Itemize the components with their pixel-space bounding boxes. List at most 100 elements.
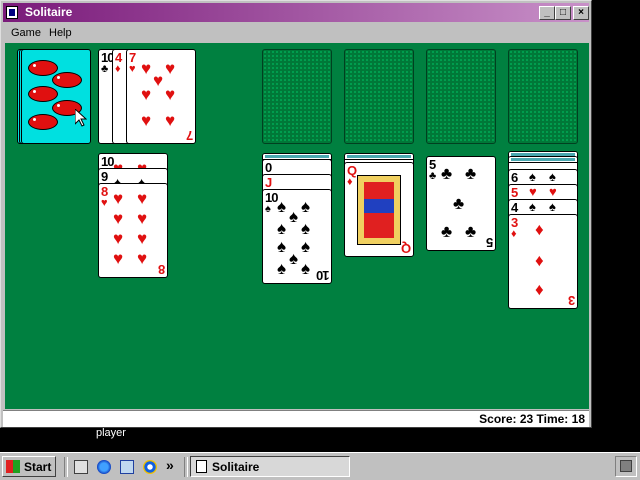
heart-icon: ♥ <box>549 184 557 199</box>
spade-icon: ♠ <box>289 249 299 268</box>
heart-icon: ♥ <box>165 85 176 104</box>
tableau-card-top[interactable]: 10 ♠ ♠ ♠ ♠ ♠ ♠ ♠ ♠ ♠ ♠ ♠ 10 <box>262 189 332 284</box>
diamond-icon: ♦ <box>535 251 544 270</box>
heart-icon: ♥ <box>113 209 124 228</box>
internet-explorer-icon[interactable] <box>97 460 111 474</box>
club-icon: ♣ <box>441 222 453 241</box>
start-label: Start <box>24 460 52 474</box>
media-player-icon[interactable] <box>143 460 157 474</box>
card-rank: 10 <box>101 154 115 169</box>
diamond-icon: ♦ <box>347 176 353 188</box>
card-rank-bottom: Q <box>401 241 411 256</box>
spade-icon: ♠ <box>277 259 287 278</box>
club-icon: ♣ <box>429 170 437 182</box>
close-button[interactable]: × <box>573 6 589 20</box>
heart-icon: ♥ <box>129 63 136 75</box>
tableau-card-top[interactable]: 5 ♣ ♣ ♣ ♣ ♣ ♣ 5 <box>426 156 496 251</box>
spade-icon: ♠ <box>277 197 287 216</box>
spade-icon: ♠ <box>301 197 311 216</box>
diamond-icon: ♦ <box>535 280 544 299</box>
volume-tray-icon[interactable] <box>620 460 632 472</box>
heart-icon: ♥ <box>165 59 176 78</box>
menu-game[interactable]: Game <box>11 27 41 39</box>
title-bar[interactable]: Solitaire _ □ × <box>3 3 589 22</box>
heart-icon: ♥ <box>137 229 148 248</box>
score-time-readout: Score: 23 Time: 18 <box>479 412 585 426</box>
menu-bar: Game Help <box>3 24 589 43</box>
queen-face-icon <box>357 175 401 245</box>
heart-icon: ♥ <box>137 209 148 228</box>
spade-icon: ♠ <box>529 169 536 184</box>
task-label: Solitaire <box>212 460 260 474</box>
menu-help[interactable]: Help <box>49 27 72 39</box>
diamond-icon: ♦ <box>511 228 517 240</box>
card-rank: J <box>265 175 272 190</box>
heart-icon: ♥ <box>113 189 124 208</box>
game-felt: 10 ♣ 4 ♦ 7 ♥ ♥ ♥ ♥ ♥ ♥ ♥ ♥ 7 10 9 8 ♥ ♥ … <box>5 43 589 409</box>
foundation-slot-1[interactable] <box>262 49 332 144</box>
heart-icon: ♥ <box>137 249 148 268</box>
heart-icon: ♥ <box>141 59 152 78</box>
solitaire-task-icon <box>196 460 207 473</box>
taskbar-divider <box>64 457 68 477</box>
solitaire-window: Solitaire _ □ × Game Help 10 ♣ 4 ♦ 7 ♥ ♥… <box>0 0 592 428</box>
heart-icon: ♥ <box>165 111 176 130</box>
card-back-strip <box>345 154 413 160</box>
spade-icon: ♠ <box>549 169 556 184</box>
stock-card-back-top[interactable] <box>21 49 91 144</box>
mouse-pointer-icon <box>75 109 87 127</box>
spade-icon: ♠ <box>301 219 311 238</box>
club-icon: ♣ <box>441 164 453 183</box>
card-rank: 4 <box>511 200 518 215</box>
spade-icon: ♠ <box>277 219 287 238</box>
card-rank: 6 <box>511 170 518 185</box>
club-icon: ♣ <box>101 63 109 75</box>
tableau-card-top[interactable]: 8 ♥ ♥ ♥ ♥ ♥ ♥ ♥ ♥ ♥ 8 <box>98 183 168 278</box>
heart-icon: ♥ <box>141 111 152 130</box>
club-icon: ♣ <box>453 194 465 213</box>
windows-logo-icon <box>6 460 20 473</box>
window-title: Solitaire <box>25 5 73 19</box>
diamond-icon: ♦ <box>535 220 544 239</box>
waste-card-top[interactable]: 7 ♥ ♥ ♥ ♥ ♥ ♥ ♥ ♥ 7 <box>126 49 196 144</box>
card-rank-bottom: 8 <box>158 262 165 277</box>
outlook-express-icon[interactable] <box>120 460 134 474</box>
fish-pattern-icon <box>28 86 58 102</box>
spade-icon: ♠ <box>529 199 536 214</box>
foundation-slot-2[interactable] <box>344 49 414 144</box>
club-icon: ♣ <box>465 164 477 183</box>
taskbar-divider <box>184 457 188 477</box>
spade-icon: ♠ <box>289 207 299 226</box>
foundation-slot-4[interactable] <box>508 49 578 144</box>
card-rank: 0 <box>265 160 272 175</box>
fish-pattern-icon <box>28 60 58 76</box>
spade-icon: ♠ <box>277 237 287 256</box>
desktop-icon-label[interactable]: player <box>96 427 126 439</box>
quicklaunch-chevron[interactable]: » <box>166 457 174 473</box>
minimize-button[interactable]: _ <box>539 6 555 20</box>
task-solitaire[interactable]: Solitaire <box>190 456 350 477</box>
card-rank-bottom: 3 <box>568 293 575 308</box>
system-tray <box>615 456 637 477</box>
spade-icon: ♠ <box>265 203 271 215</box>
status-bar: Score: 23 Time: 18 <box>3 410 589 427</box>
heart-icon: ♥ <box>529 184 537 199</box>
club-icon: ♣ <box>465 222 477 241</box>
taskbar: Start » Solitaire <box>0 452 640 480</box>
tableau-card-top[interactable]: 3 ♦ ♦ ♦ ♦ 3 <box>508 214 578 309</box>
fish-pattern-icon <box>52 72 82 88</box>
heart-icon: ♥ <box>153 71 164 90</box>
foundation-slot-3[interactable] <box>426 49 496 144</box>
heart-icon: ♥ <box>113 249 124 268</box>
tableau-card-top[interactable]: Q ♦ Q <box>344 162 414 257</box>
start-button[interactable]: Start <box>2 456 56 477</box>
maximize-button[interactable]: □ <box>555 6 571 20</box>
spade-icon: ♠ <box>549 199 556 214</box>
show-desktop-icon[interactable] <box>74 460 88 474</box>
card-rank: 5 <box>511 185 518 200</box>
heart-icon: ♥ <box>113 229 124 248</box>
heart-icon: ♥ <box>101 197 108 209</box>
heart-icon: ♥ <box>141 85 152 104</box>
solitaire-app-icon[interactable] <box>6 6 18 19</box>
fish-pattern-icon <box>28 114 58 130</box>
